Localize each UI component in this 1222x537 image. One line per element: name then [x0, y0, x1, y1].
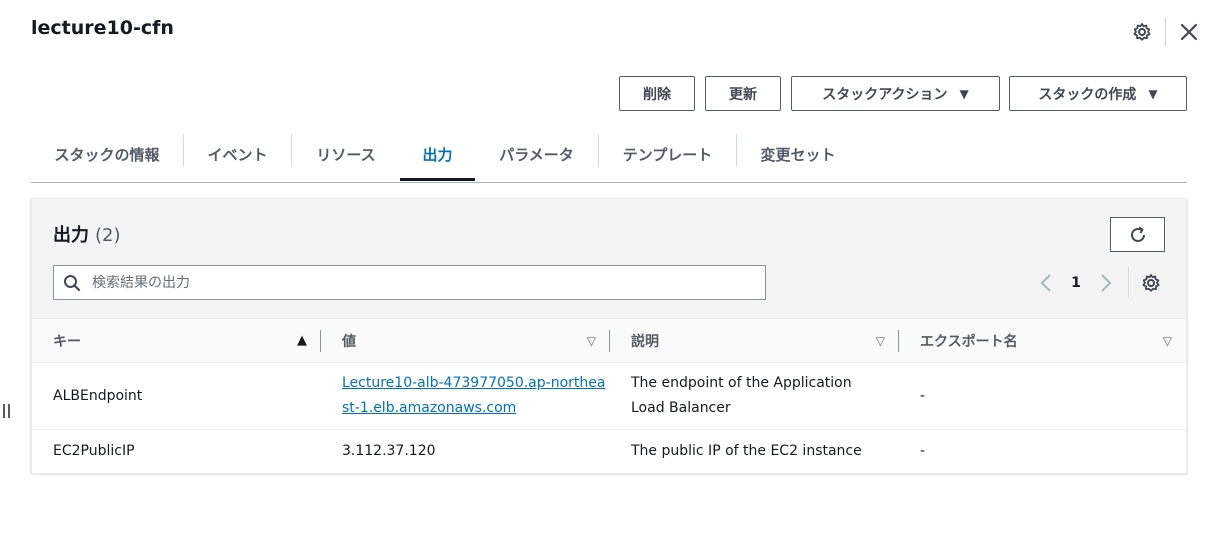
delete-button-label: 削除 [643, 86, 671, 103]
active-tab-indicator [400, 178, 475, 181]
column-header-key[interactable]: キー ▲ [32, 318, 321, 363]
column-header-value[interactable]: 値 ▽ [321, 318, 610, 363]
output-description: The endpoint of the Application Load Bal… [610, 362, 899, 430]
drag-handle-icon[interactable] [3, 404, 13, 420]
create-stack-dropdown[interactable]: スタックの作成 ▼ [1009, 76, 1187, 111]
sort-icon: ▽ [1162, 333, 1172, 348]
tab-parameters[interactable]: パラメータ [475, 128, 598, 181]
sort-icon: ▽ [586, 333, 596, 348]
next-page-icon[interactable] [1096, 271, 1116, 295]
output-value: 3.112.37.120 [321, 429, 610, 474]
refresh-button[interactable] [1110, 217, 1165, 252]
output-description: The public IP of the EC2 instance [610, 429, 899, 474]
table-row: EC2PublicIP 3.112.37.120 The public IP o… [32, 429, 1186, 474]
search-icon [54, 266, 90, 299]
stack-actions-label: スタックアクション [822, 86, 948, 103]
output-value-link[interactable]: Lecture10-alb-473977050.ap-northeast-1.e… [342, 375, 605, 416]
tab-stack-info[interactable]: スタックの情報 [31, 128, 183, 181]
column-label: エクスポート名 [920, 333, 1018, 350]
outputs-panel: 出力(2) 1 キー▲ 値▽ 説明▽ エクスポート名▽ ALBEndpoin [31, 198, 1187, 474]
sort-icon: ▽ [875, 333, 885, 348]
stack-title: lecture10-cfn [31, 17, 174, 39]
column-header-description[interactable]: 説明 ▽ [610, 318, 899, 363]
column-label: キー [53, 333, 81, 350]
output-export-name: - [899, 362, 1186, 430]
outputs-count: (2) [95, 225, 121, 246]
output-export-name: - [899, 429, 1186, 474]
stack-actions-dropdown[interactable]: スタックアクション ▼ [791, 76, 1000, 111]
close-icon[interactable] [1177, 20, 1201, 44]
update-button[interactable]: 更新 [705, 76, 781, 111]
tab-outputs[interactable]: 出力 [400, 128, 475, 181]
delete-button[interactable]: 削除 [619, 76, 695, 111]
page-number[interactable]: 1 [1066, 271, 1086, 295]
pager-divider [1128, 267, 1129, 297]
refresh-icon [1130, 226, 1145, 242]
column-label: 値 [342, 333, 356, 350]
table-row: ALBEndpoint Lecture10-alb-473977050.ap-n… [32, 362, 1186, 430]
tab-resources[interactable]: リソース [292, 128, 400, 181]
header-divider [1165, 18, 1166, 46]
search-input[interactable] [90, 266, 765, 299]
tab-bar: スタックの情報 イベント リソース 出力 パラメータ テンプレート 変更セット [31, 128, 1187, 183]
outputs-table: キー ▲ 値 ▽ 説明 ▽ エクスポート名 ▽ ALBEndpoint Lecture1… [32, 318, 1186, 474]
caret-down-icon: ▼ [1148, 86, 1158, 101]
page-number-label: 1 [1071, 275, 1081, 291]
column-header-export-name[interactable]: エクスポート名 ▽ [899, 318, 1186, 363]
update-button-label: 更新 [729, 86, 757, 103]
tab-template[interactable]: テンプレート [599, 128, 736, 181]
table-settings-icon[interactable] [1139, 271, 1163, 295]
output-key: ALBEndpoint [32, 362, 321, 430]
tab-change-sets[interactable]: 変更セット [737, 128, 859, 181]
tab-events[interactable]: イベント [184, 128, 291, 181]
search-box [53, 265, 766, 300]
output-key: EC2PublicIP [32, 429, 321, 474]
column-label: 説明 [631, 333, 659, 350]
gear-icon[interactable] [1130, 20, 1154, 44]
create-stack-label: スタックの作成 [1038, 86, 1137, 103]
outputs-title: 出力 [53, 225, 89, 246]
prev-page-icon[interactable] [1036, 271, 1056, 295]
sort-ascending-icon: ▲ [297, 333, 307, 348]
caret-down-icon: ▼ [959, 86, 969, 101]
outputs-header: 出力 (2) [53, 221, 121, 247]
